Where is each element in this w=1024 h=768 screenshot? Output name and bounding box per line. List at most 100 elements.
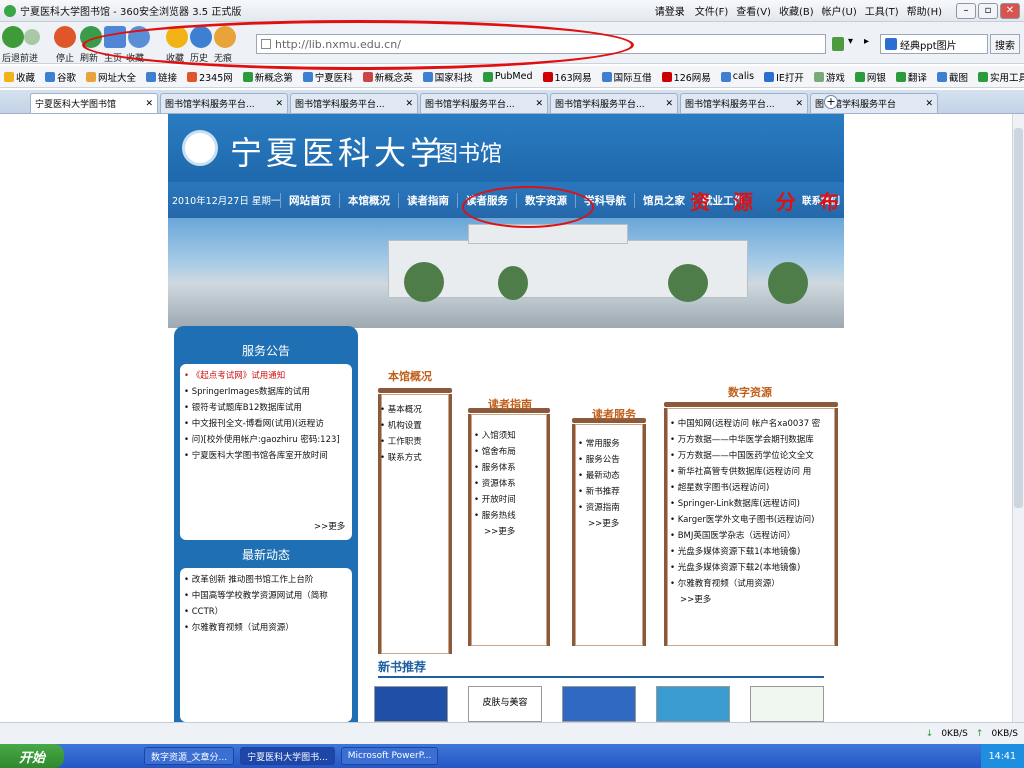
favorite-item[interactable]: 网址大全	[86, 70, 136, 84]
tab-item[interactable]: 图书馆学科服务平台... ✕	[420, 93, 548, 113]
list-item[interactable]: • 万方数据——中国医药学位论文全文	[670, 448, 820, 464]
list-item[interactable]: • 常用服务	[578, 436, 620, 452]
favorite-item[interactable]: 国际互借	[601, 70, 652, 84]
book-cover[interactable]	[750, 686, 824, 722]
list-item[interactable]: • 开放时间	[474, 492, 516, 508]
search-input[interactable]: 经典ppt图片	[880, 34, 988, 54]
list-item[interactable]: • SpringerImages数据库的试用	[184, 384, 348, 400]
guide-more-link[interactable]: >>更多	[474, 524, 516, 540]
close-button[interactable]: ✕	[1000, 2, 1020, 19]
tab-item[interactable]: 宁夏医科大学图书馆 ✕	[30, 93, 158, 113]
dropdown-chevron-icon[interactable]: ▾	[848, 36, 853, 47]
list-item[interactable]: • 服务公告	[578, 452, 620, 468]
list-item[interactable]: • 机构设置	[380, 418, 422, 434]
menu-item[interactable]: 收藏(B)	[779, 3, 814, 18]
favorite-item[interactable]: 网银	[854, 70, 886, 84]
list-item[interactable]: • CCTR）	[184, 604, 348, 620]
close-icon[interactable]: ✕	[405, 99, 413, 109]
task-powerpoint[interactable]: Microsoft PowerP...	[340, 747, 439, 765]
new-tab-icon[interactable]: +	[824, 95, 838, 109]
list-item[interactable]: • 银符考试题库B12数据库试用	[184, 400, 348, 416]
list-item[interactable]: • 尔雅教育视频（试用资源）	[670, 576, 820, 592]
back-icon[interactable]	[2, 26, 24, 48]
list-item[interactable]: • 超星数字图书(远程访问)	[670, 480, 820, 496]
list-item[interactable]: • 改革创新 推动图书馆工作上台阶	[184, 572, 348, 588]
list-item[interactable]: • 万方数据——中华医学会期刊数据库	[670, 432, 820, 448]
close-icon[interactable]: ✕	[665, 99, 673, 109]
list-item[interactable]: • 新华社高管专供数据库(远程访问 用	[670, 464, 820, 480]
favorite-item[interactable]: 新概念第	[242, 70, 293, 84]
list-item[interactable]: • 资源指南	[578, 500, 620, 516]
start-button[interactable]: 开始	[0, 744, 64, 768]
list-item[interactable]: • 新书推荐	[578, 484, 620, 500]
list-item[interactable]: • 最新动态	[578, 468, 620, 484]
favorite-item[interactable]: 链接	[146, 70, 177, 84]
list-item[interactable]: • 宁夏医科大学图书馆各库室开放时间	[184, 448, 348, 464]
favorite-item[interactable]: 宁夏医科	[302, 70, 353, 84]
list-item[interactable]: • 工作职责	[380, 434, 422, 450]
book-cover[interactable]: 皮肤与美容	[468, 686, 542, 722]
tab-item[interactable]: 图书馆学科服务平台... ✕	[160, 93, 288, 113]
list-item[interactable]: • 中国知网(远程访问 帐户名xa0037 密	[670, 416, 820, 432]
close-icon[interactable]: ✕	[275, 99, 283, 109]
close-icon[interactable]: ✕	[925, 99, 933, 109]
nav-staff[interactable]: 馆员之家	[634, 192, 693, 208]
address-go-icon[interactable]	[832, 37, 844, 51]
task-library-browser[interactable]: 宁夏医科大学图书...	[240, 747, 335, 765]
favorite-item[interactable]: 国家科技	[422, 70, 473, 84]
list-item[interactable]: • 馆舍布局	[474, 444, 516, 460]
close-icon[interactable]: ✕	[535, 99, 543, 109]
list-item[interactable]: • Karger医学外文电子图书(远程访问)	[670, 512, 820, 528]
list-item[interactable]: • 中国高等学校教学资源网试用（简称	[184, 588, 348, 604]
favorite-item[interactable]: 实用工具	[977, 70, 1024, 84]
nav-about[interactable]: 本馆概况	[339, 192, 398, 208]
forward-icon[interactable]	[24, 29, 40, 45]
login-link[interactable]: 请登录	[655, 3, 685, 18]
maximize-button[interactable]: ▫	[978, 2, 998, 19]
favorite-item[interactable]: 截图	[936, 70, 968, 84]
list-item[interactable]: • 光盘多媒体资源下载1(本地镜像)	[670, 544, 820, 560]
menu-item[interactable]: 查看(V)	[736, 3, 771, 18]
stop-icon[interactable]	[54, 26, 76, 48]
search-button[interactable]: 搜索	[990, 34, 1020, 54]
favorite-item[interactable]: 收藏	[4, 70, 35, 84]
favorite-item[interactable]: 新概念英	[362, 70, 413, 84]
list-item[interactable]: • BMJ英国医学杂志（远程访问）	[670, 528, 820, 544]
list-item[interactable]: • 问)[校外使用帐户:gaozhiru 密码:123]	[184, 432, 348, 448]
scrollbar-thumb[interactable]	[1014, 128, 1023, 508]
list-item[interactable]: • 基本概况	[380, 402, 422, 418]
list-item[interactable]: • 服务体系	[474, 460, 516, 476]
favorite-item[interactable]: 126网易	[661, 70, 711, 84]
book-cover[interactable]	[656, 686, 730, 722]
list-item[interactable]: • 服务热线	[474, 508, 516, 524]
notice-more-link[interactable]: >>更多	[314, 520, 345, 532]
menu-item[interactable]: 帮助(H)	[907, 3, 942, 18]
play-icon[interactable]: ▸	[864, 36, 869, 47]
book-cover[interactable]	[374, 686, 448, 722]
list-item[interactable]: • 光盘多媒体资源下载2(本地镜像)	[670, 560, 820, 576]
favorite-item[interactable]: 2345网	[187, 70, 233, 84]
vertical-scrollbar[interactable]	[1012, 114, 1024, 722]
task-digital-resources[interactable]: 数字资源_文章分...	[144, 747, 235, 765]
list-item[interactable]: • 中文报刊全文-博看网(试用)(远程访	[184, 416, 348, 432]
nav-guide[interactable]: 读者指南	[398, 192, 457, 208]
minimize-button[interactable]: –	[956, 2, 976, 19]
tab-item[interactable]: 图书馆学科服务平台... ✕	[550, 93, 678, 113]
list-item[interactable]: • Springer-Link数据库(远程访问)	[670, 496, 820, 512]
tab-item[interactable]: 图书馆学科服务平台... ✕	[290, 93, 418, 113]
list-item[interactable]: • 资源体系	[474, 476, 516, 492]
list-item[interactable]: • 尔雅教育视频（试用资源）	[184, 620, 348, 636]
favorite-item[interactable]: IE打开	[764, 70, 804, 84]
favorite-item[interactable]: 翻译	[895, 70, 927, 84]
close-icon[interactable]: ✕	[795, 99, 803, 109]
menu-item[interactable]: 帐户(U)	[822, 3, 857, 18]
nav-home[interactable]: 网站首页	[280, 192, 339, 208]
book-cover[interactable]	[562, 686, 636, 722]
favorite-item[interactable]: calis	[720, 71, 754, 82]
list-item[interactable]: • 《起点考试网》试用通知	[184, 368, 348, 384]
service-more-link[interactable]: >>更多	[578, 516, 620, 532]
close-icon[interactable]: ✕	[145, 99, 153, 109]
tab-item[interactable]: 图书馆学科服务平台... ✕	[680, 93, 808, 113]
list-item[interactable]: • 入馆须知	[474, 428, 516, 444]
menu-item[interactable]: 工具(T)	[865, 3, 899, 18]
